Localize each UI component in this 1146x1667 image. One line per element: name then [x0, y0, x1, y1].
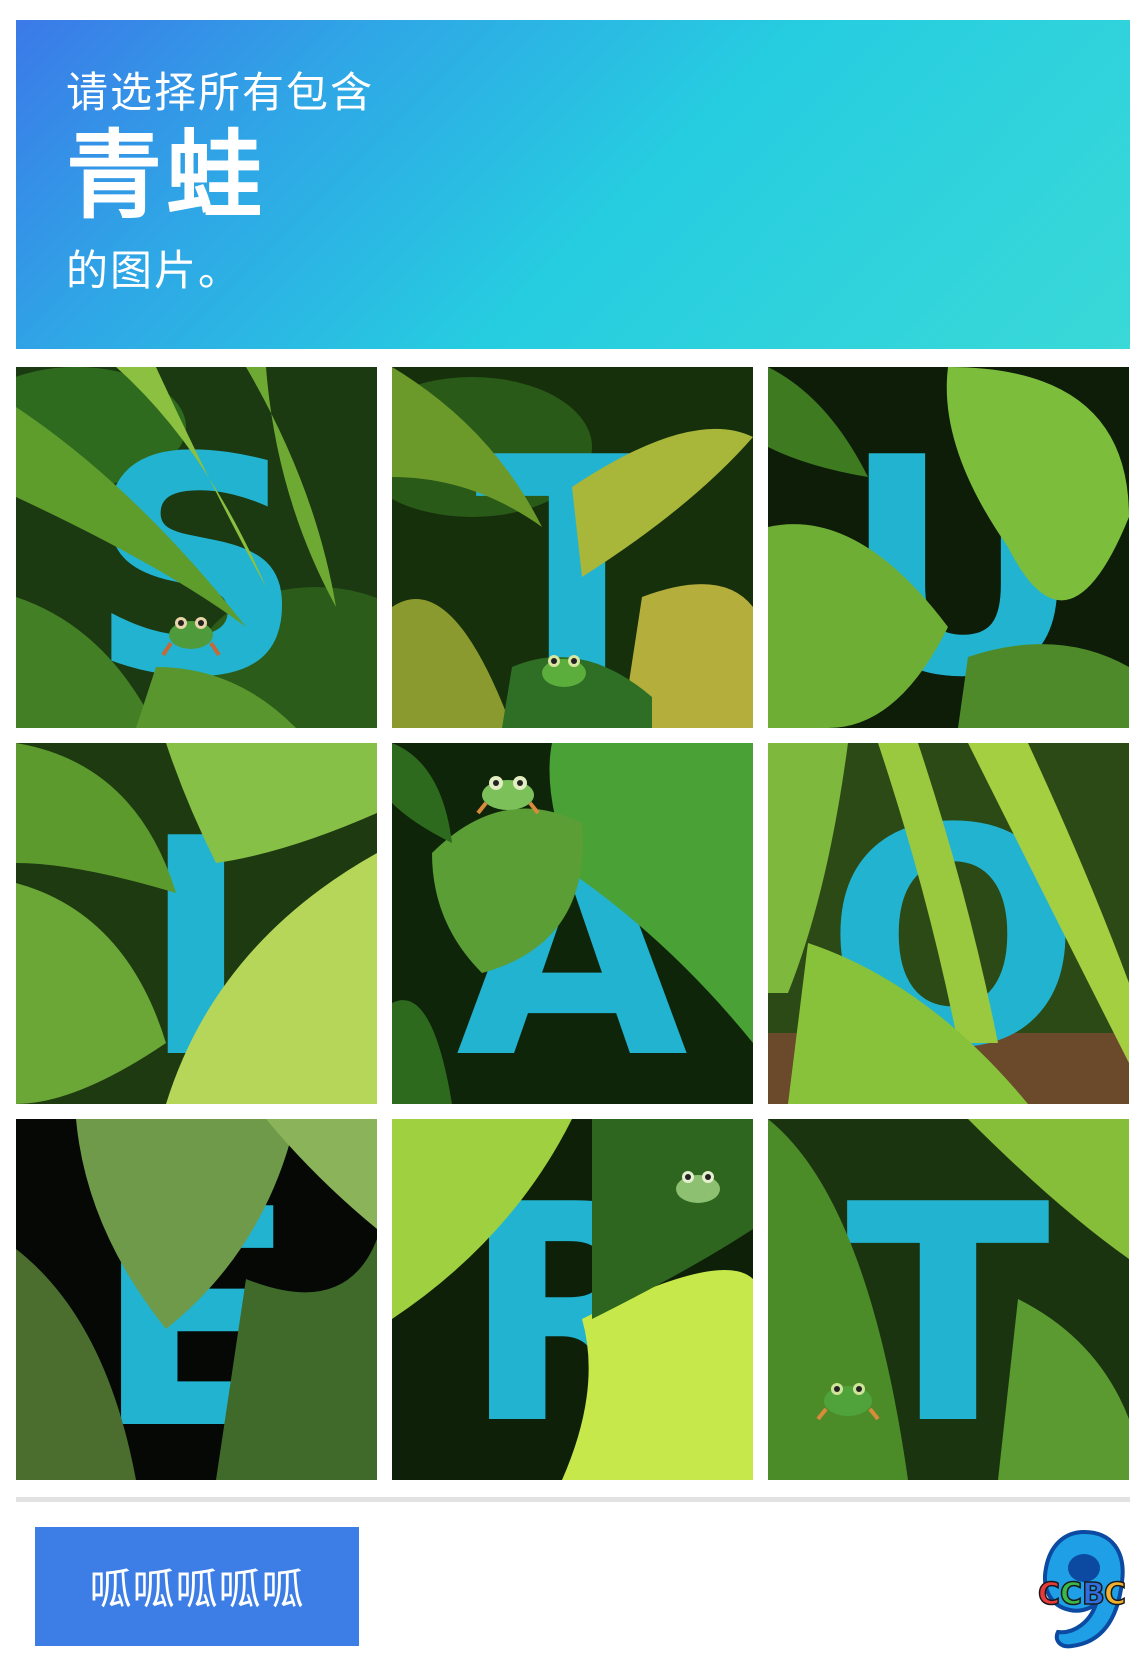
- image-tile-1[interactable]: S: [16, 367, 377, 728]
- image-tile-4[interactable]: I: [16, 743, 377, 1104]
- target-keyword: 青蛙: [66, 120, 266, 232]
- image-tile-7[interactable]: E: [16, 1119, 377, 1480]
- image-tile-9[interactable]: T: [768, 1119, 1129, 1480]
- image-tile-6[interactable]: O: [768, 743, 1129, 1104]
- image-tile-5[interactable]: A: [392, 743, 753, 1104]
- instruction-prefix: 请选择所有包含: [66, 68, 375, 117]
- svg-text:C: C: [1104, 1577, 1126, 1612]
- submit-button[interactable]: 呱呱呱呱呱: [35, 1527, 359, 1646]
- image-grid: S T U I A E R T: [16, 367, 1130, 1481]
- frog: [542, 655, 586, 687]
- svg-text:B: B: [1082, 1577, 1105, 1612]
- image-tile-2[interactable]: T: [392, 367, 753, 728]
- challenge-header: 请选择所有包含 青蛙 的图片。: [16, 20, 1130, 349]
- svg-text:C: C: [1060, 1577, 1082, 1612]
- svg-text:C: C: [1038, 1577, 1060, 1612]
- instruction-suffix: 的图片。: [66, 246, 243, 295]
- footer-divider: [16, 1497, 1130, 1502]
- image-tile-8[interactable]: R: [392, 1119, 753, 1480]
- image-tile-3[interactable]: U: [768, 367, 1129, 728]
- ccbc-logo: C C B C: [1034, 1524, 1134, 1654]
- frog: [676, 1171, 720, 1203]
